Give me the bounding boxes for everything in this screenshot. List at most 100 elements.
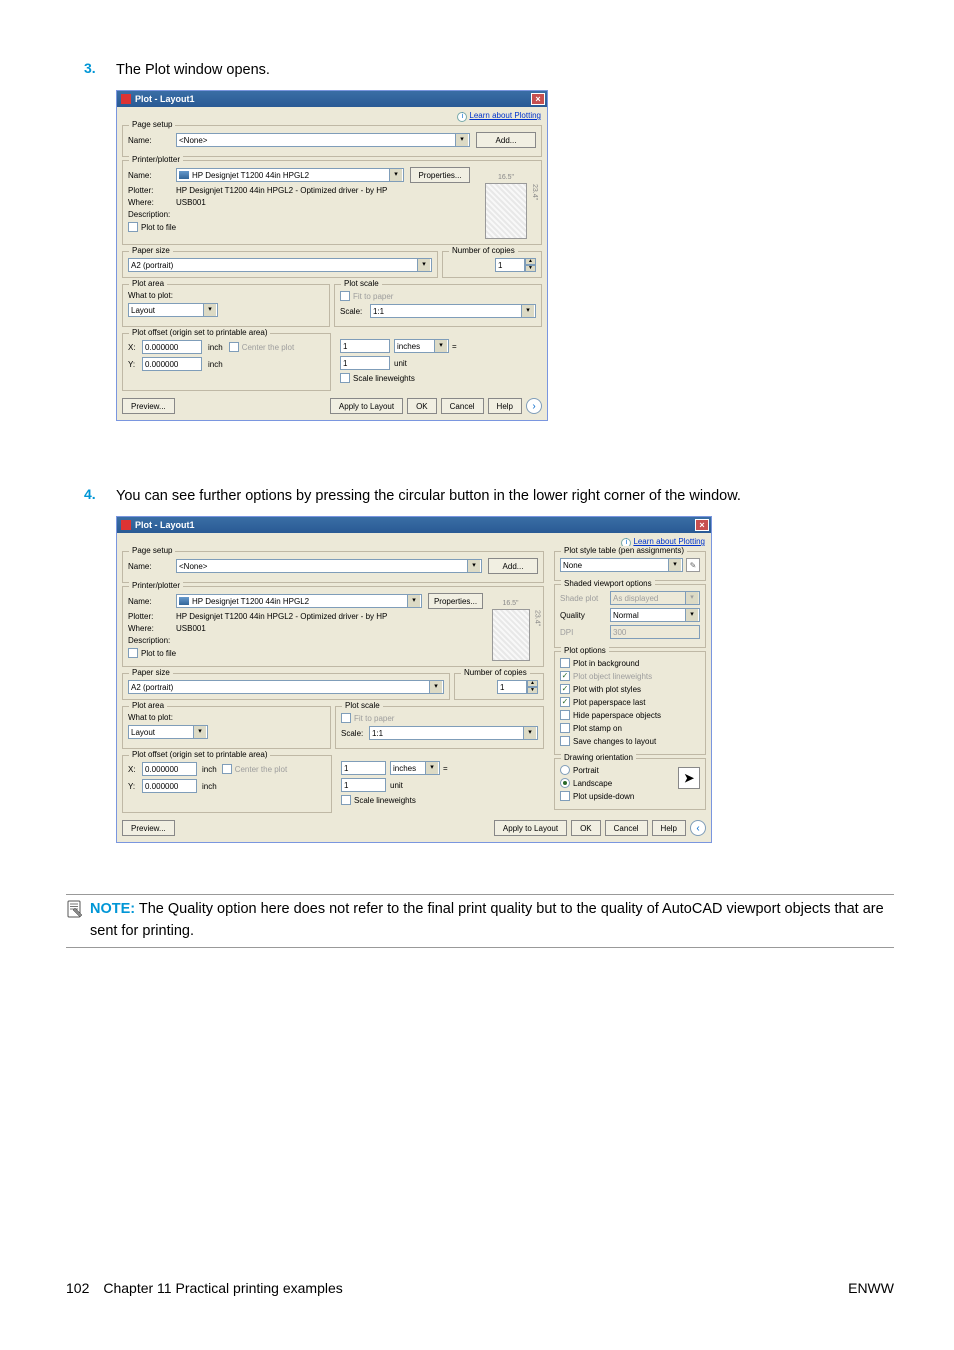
where-value: USB001 [176,198,206,207]
drawing-orientation-group: Drawing orientation Portrait Landscape ➤… [554,758,706,810]
opt-background-checkbox[interactable] [560,658,570,668]
expand-button[interactable]: › [526,398,542,414]
learn-link-2[interactable]: Learn about Plotting [633,537,705,546]
printer-name-label: Name: [128,171,176,180]
help-button-2[interactable]: Help [652,820,686,836]
landscape-label: Landscape [573,779,612,788]
plot-offset-group: Plot offset (origin set to printable are… [122,333,331,391]
printer-name-select[interactable]: HP Designjet T1200 44in HPGL2 [176,168,404,182]
collapse-button[interactable]: ‹ [690,820,706,836]
quality-label: Quality [560,611,610,620]
copies-stepper[interactable]: 1 ▲▼ [448,258,536,272]
paper-size-group-2: Paper size A2 (portrait) [122,673,450,700]
paper-size-legend: Paper size [129,246,173,255]
scale-select-2[interactable]: 1:1 [369,726,538,740]
plot-scale-group-2: Plot scale Fit to paper Scale:1:1 [335,706,544,749]
step-3-row: 3. The Plot window opens. [84,60,270,80]
orientation-legend: Drawing orientation [561,753,636,762]
scale-unit-1[interactable]: inches [394,339,449,353]
where-label: Where: [128,198,176,207]
scale-value-2[interactable]: 1 [340,356,390,370]
paper-dim-width: 16.5" [486,174,526,181]
opt-plotstyles-checkbox[interactable] [560,684,570,694]
preview-button[interactable]: Preview... [122,398,175,414]
scale-select[interactable]: 1:1 [370,304,536,318]
apply-to-layout-button[interactable]: Apply to Layout [330,398,403,414]
close-icon[interactable]: × [695,519,709,531]
description-label: Description: [128,210,176,219]
plot-to-file-checkbox[interactable] [128,222,138,232]
preview-button-2[interactable]: Preview... [122,820,175,836]
add-button[interactable]: Add... [476,132,536,148]
dialog-title-2: Plot - Layout1 [135,520,195,530]
note-block: NOTE: The Quality option here does not r… [66,894,894,948]
note-text: NOTE: The Quality option here does not r… [90,899,894,943]
plotter-label: Plotter: [128,186,176,195]
paper-size-select-2[interactable]: A2 (portrait) [128,680,444,694]
close-icon[interactable]: × [531,93,545,105]
opt-hide-checkbox[interactable] [560,710,570,720]
opt-paperspace-checkbox[interactable] [560,697,570,707]
center-plot-label: Center the plot [242,343,294,352]
pen-edit-icon[interactable]: ✎ [686,558,700,572]
learn-link-row: iLearn about Plotting [117,107,547,122]
page-footer: 102 Chapter 11 Practical printing exampl… [66,1280,894,1296]
portrait-label: Portrait [573,766,599,775]
properties-button[interactable]: Properties... [410,167,470,183]
plot-style-legend: Plot style table (pen assignments) [561,546,687,555]
scale-value-1[interactable]: 1 [340,339,390,353]
paper-size-select[interactable]: A2 (portrait) [128,258,432,272]
page-setup-group: Page setup Name: <None> Add... [122,125,542,157]
plot-area-legend: Plot area [129,279,167,288]
help-button[interactable]: Help [488,398,522,414]
properties-button-2[interactable]: Properties... [428,593,483,609]
learn-link[interactable]: Learn about Plotting [469,111,541,120]
opt-stamp-checkbox[interactable] [560,723,570,733]
plot-to-file-checkbox-2[interactable] [128,648,138,658]
add-button-2[interactable]: Add... [488,558,538,574]
step-4-row: 4. You can see further options by pressi… [84,486,894,506]
scale-value-1-2[interactable]: 1 [341,761,386,775]
shade-plot-select: As displayed [610,591,700,605]
what-to-plot-select[interactable]: Layout [128,303,218,317]
what-to-plot-select-2[interactable]: Layout [128,725,208,739]
cancel-button[interactable]: Cancel [441,398,484,414]
offset-y-input-2[interactable]: 0.000000 [142,779,197,793]
note-divider-bottom [66,947,894,948]
scale-unit-2: unit [394,359,407,368]
quality-select[interactable]: Normal [610,608,700,622]
paper-preview-2: 16.5" 23.4" [492,609,530,661]
scale-label: Scale: [340,307,370,316]
offset-y-input[interactable]: 0.000000 [142,357,202,371]
offset-x-input[interactable]: 0.000000 [142,340,202,354]
page-setup-name-select-2[interactable]: <None> [176,559,482,573]
plot-area-group: Plot area What to plot: Layout [122,284,330,327]
printer-plotter-group-2: Printer/plotter Name: HP Designjet T1200… [122,586,544,667]
dialog-title: Plot - Layout1 [135,94,195,104]
page-setup-legend: Page setup [129,120,175,129]
printer-icon [179,171,189,179]
scale-unit-1-2[interactable]: inches [390,761,440,775]
upside-down-checkbox[interactable] [560,791,570,801]
offset-x-input-2[interactable]: 0.000000 [142,762,197,776]
landscape-radio[interactable] [560,778,570,788]
scale-lineweights-checkbox-2[interactable] [341,795,351,805]
opt-save-checkbox[interactable] [560,736,570,746]
paper-preview: 16.5" 23.4" [485,183,527,239]
ok-button-2[interactable]: OK [571,820,601,836]
step-3-text: The Plot window opens. [116,60,270,80]
portrait-radio[interactable] [560,765,570,775]
plot-style-select[interactable]: None [560,558,683,572]
copies-stepper-2[interactable]: 1 ▲▼ [460,680,538,694]
copies-value[interactable]: 1 [495,258,525,272]
scale-lineweights-checkbox[interactable] [340,373,350,383]
cancel-button-2[interactable]: Cancel [605,820,648,836]
scale-value-2-2[interactable]: 1 [341,778,386,792]
page-setup-name-select[interactable]: <None> [176,133,470,147]
printer-icon [179,597,189,605]
ok-button[interactable]: OK [407,398,437,414]
plot-options-legend: Plot options [561,646,609,655]
printer-name-select-2[interactable]: HP Designjet T1200 44in HPGL2 [176,594,422,608]
note-label: NOTE: [90,901,135,917]
apply-to-layout-button-2[interactable]: Apply to Layout [494,820,567,836]
